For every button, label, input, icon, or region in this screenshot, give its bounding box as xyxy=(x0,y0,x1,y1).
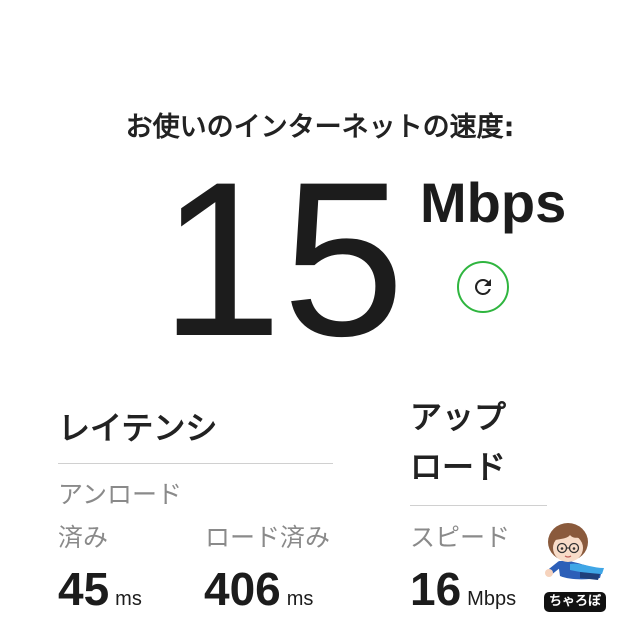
unloaded-latency-value: 45 xyxy=(58,563,110,615)
refresh-icon xyxy=(475,279,491,295)
loaded-latency-label: ロード済み xyxy=(205,523,331,552)
upload-speed-value: 16 xyxy=(410,563,462,615)
upload-divider xyxy=(410,505,547,506)
unloaded-latency-metric: 45 ms xyxy=(58,566,142,612)
upload-speed-metric: 16 Mbps xyxy=(410,566,516,612)
loaded-latency-metric: 406 ms xyxy=(204,566,313,612)
latency-heading: レイテンシ xyxy=(58,409,218,447)
unloaded-latency-label: アンロード 済み xyxy=(58,480,183,552)
download-speed-unit: Mbps xyxy=(420,171,567,234)
loaded-latency-unit: ms xyxy=(286,588,314,610)
download-speed-value: 15 xyxy=(160,136,405,382)
watermark-label: ちゃろぼ xyxy=(544,592,606,612)
avatar-eye-left xyxy=(560,547,564,550)
avatar-eye-right xyxy=(572,547,576,550)
loaded-latency-value: 406 xyxy=(204,563,281,615)
avatar-hand xyxy=(545,569,553,577)
unloaded-latency-unit: ms xyxy=(115,588,142,610)
upload-speed-label: スピード xyxy=(410,523,511,552)
refresh-arrow xyxy=(475,279,491,295)
upload-heading: アップ ロード xyxy=(410,398,507,486)
speed-test-page: お使いのインターネットの速度: 15 Mbps レイテンシ アンロード 済み ロ… xyxy=(0,0,640,640)
character-avatar-icon xyxy=(545,523,604,580)
refresh-button[interactable] xyxy=(457,261,509,313)
latency-divider xyxy=(58,463,333,464)
upload-speed-unit: Mbps xyxy=(467,588,517,610)
